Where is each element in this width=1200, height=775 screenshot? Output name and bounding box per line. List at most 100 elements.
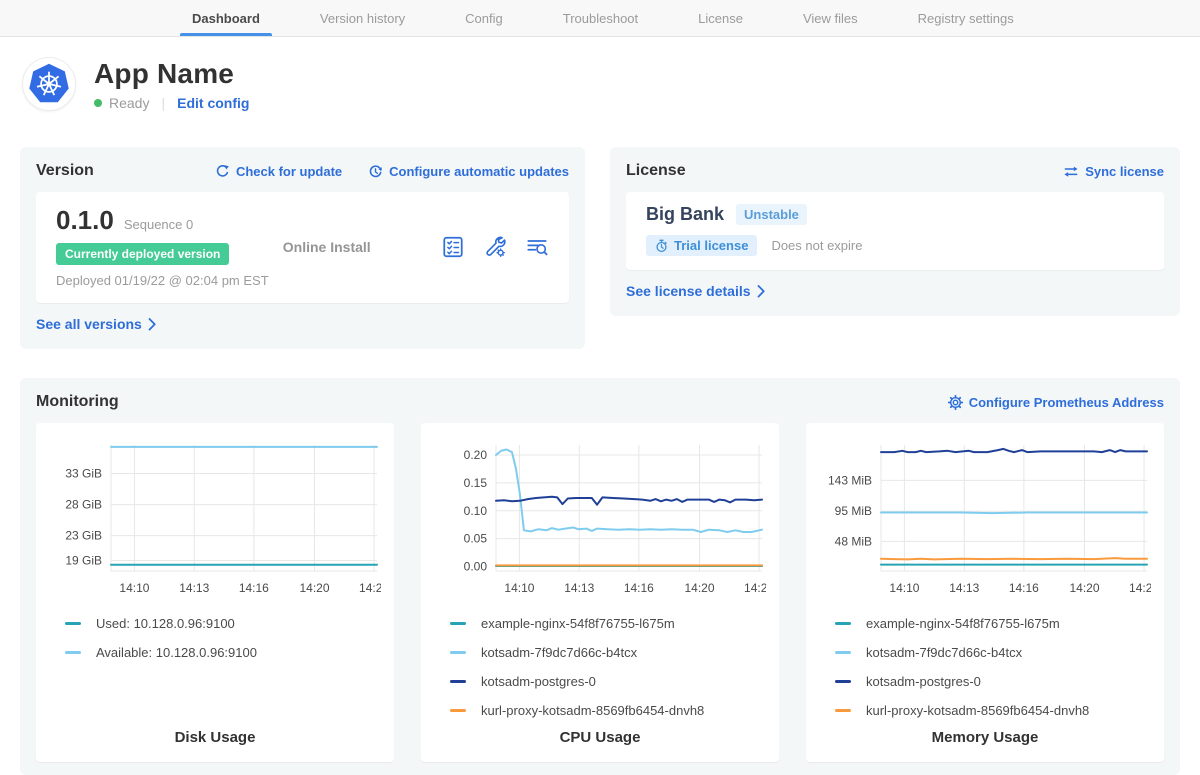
configure-prometheus-link[interactable]: Configure Prometheus Address xyxy=(948,395,1164,410)
svg-text:23 GiB: 23 GiB xyxy=(65,529,102,543)
sync-arrows-icon xyxy=(1063,164,1079,179)
gear-icon xyxy=(948,395,963,410)
legend-swatch xyxy=(450,622,466,625)
version-sequence: Sequence 0 xyxy=(124,217,193,232)
legend-swatch xyxy=(835,709,851,712)
see-all-versions-link[interactable]: See all versions xyxy=(36,316,157,332)
chevron-right-icon xyxy=(757,285,766,298)
legend-swatch xyxy=(450,651,466,654)
tab-dashboard[interactable]: Dashboard xyxy=(162,0,290,36)
edit-config-link[interactable]: Edit config xyxy=(177,95,249,111)
svg-text:14:16: 14:16 xyxy=(1009,581,1039,595)
svg-text:19 GiB: 19 GiB xyxy=(65,553,102,567)
legend-label: kotsadm-7f9dc7d66c-b4tcx xyxy=(481,645,637,660)
divider: | xyxy=(161,95,165,111)
legend-swatch xyxy=(65,622,81,625)
chart-title: Memory Usage xyxy=(817,729,1153,746)
monitoring-section: Monitoring Configur xyxy=(20,378,1180,775)
svg-text:14:20: 14:20 xyxy=(684,581,714,595)
disk-usage-legend: Used: 10.128.0.96:9100 Available: 10.128.… xyxy=(47,609,383,727)
legend-item: example-nginx-54f8f76755-l675m xyxy=(450,609,768,638)
legend-swatch xyxy=(450,680,466,683)
tab-config[interactable]: Config xyxy=(435,0,533,36)
svg-text:14:23: 14:23 xyxy=(1129,581,1151,595)
svg-text:143 MiB: 143 MiB xyxy=(828,473,872,487)
svg-text:14:13: 14:13 xyxy=(179,581,209,595)
check-for-update-link[interactable]: Check for update xyxy=(215,164,342,179)
cpu-usage-legend: example-nginx-54f8f76755-l675m kotsadm-7f… xyxy=(432,609,768,727)
sync-license-link[interactable]: Sync license xyxy=(1063,164,1164,179)
clock-refresh-icon xyxy=(368,164,383,179)
svg-text:14:16: 14:16 xyxy=(624,581,654,595)
app-avatar xyxy=(22,57,76,111)
status-dot xyxy=(94,99,102,107)
svg-text:95 MiB: 95 MiB xyxy=(835,504,872,518)
legend-item: Available: 10.128.0.96:9100 xyxy=(65,638,383,667)
monitoring-title: Monitoring xyxy=(36,393,119,411)
legend-item: kotsadm-7f9dc7d66c-b4tcx xyxy=(835,638,1153,667)
legend-label: kotsadm-postgres-0 xyxy=(481,674,596,689)
svg-text:14:20: 14:20 xyxy=(1069,581,1099,595)
legend-label: example-nginx-54f8f76755-l675m xyxy=(481,616,675,631)
svg-text:14:13: 14:13 xyxy=(564,581,594,595)
svg-text:0.10: 0.10 xyxy=(464,504,488,518)
configure-automatic-updates-label: Configure automatic updates xyxy=(389,164,569,179)
license-card: License Sync license Big Bank Unstable xyxy=(610,147,1180,316)
edit-config-button[interactable] xyxy=(483,235,507,259)
tab-troubleshoot[interactable]: Troubleshoot xyxy=(533,0,668,36)
install-type-label: Online Install xyxy=(283,239,441,255)
stopwatch-icon xyxy=(655,239,668,253)
chart-title: Disk Usage xyxy=(47,729,383,746)
svg-text:0.05: 0.05 xyxy=(464,532,488,546)
view-diff-logs-button[interactable] xyxy=(525,235,549,259)
status-text: Ready xyxy=(109,95,149,111)
channel-badge: Unstable xyxy=(736,204,807,225)
legend-label: kurl-proxy-kotsadm-8569fb6454-dnvh8 xyxy=(481,703,704,718)
deployed-badge: Currently deployed version xyxy=(56,243,229,265)
legend-item: kurl-proxy-kotsadm-8569fb6454-dnvh8 xyxy=(835,696,1153,725)
svg-text:14:10: 14:10 xyxy=(504,581,534,595)
page-title: App Name xyxy=(94,58,249,90)
license-card-title: License xyxy=(626,162,686,180)
legend-item: kotsadm-postgres-0 xyxy=(450,667,768,696)
configure-prometheus-label: Configure Prometheus Address xyxy=(969,395,1164,410)
dashboard-page: App Name Ready | Edit config Version xyxy=(0,57,1200,775)
wrench-gear-icon xyxy=(483,235,507,259)
legend-label: Used: 10.128.0.96:9100 xyxy=(96,616,235,631)
check-for-update-label: Check for update xyxy=(236,164,342,179)
tab-view-files[interactable]: View files xyxy=(773,0,888,36)
tab-license[interactable]: License xyxy=(668,0,773,36)
chevron-right-icon xyxy=(148,318,157,331)
tab-version-history[interactable]: Version history xyxy=(290,0,435,36)
cpu-usage-chart: 14:1014:1314:1614:2014:230.200.150.100.0… xyxy=(432,435,768,601)
see-license-details-link[interactable]: See license details xyxy=(626,283,766,299)
configure-automatic-updates-link[interactable]: Configure automatic updates xyxy=(368,164,569,179)
svg-text:14:16: 14:16 xyxy=(239,581,269,595)
disk-usage-chart-card: 14:1014:1314:1614:2014:2333 GiB28 GiB23 … xyxy=(36,423,394,762)
memory-usage-chart: 14:1014:1314:1614:2014:23143 MiB95 MiB48… xyxy=(817,435,1153,601)
tab-registry-settings[interactable]: Registry settings xyxy=(888,0,1044,36)
svg-text:14:10: 14:10 xyxy=(119,581,149,595)
view-logs-icon xyxy=(525,235,549,259)
disk-usage-chart: 14:1014:1314:1614:2014:2333 GiB28 GiB23 … xyxy=(47,435,383,601)
legend-label: kotsadm-7f9dc7d66c-b4tcx xyxy=(866,645,1022,660)
svg-text:14:20: 14:20 xyxy=(299,581,329,595)
cpu-usage-chart-card: 14:1014:1314:1614:2014:230.200.150.100.0… xyxy=(421,423,779,762)
legend-label: kurl-proxy-kotsadm-8569fb6454-dnvh8 xyxy=(866,703,1089,718)
svg-text:48 MiB: 48 MiB xyxy=(835,534,872,548)
svg-text:14:23: 14:23 xyxy=(359,581,381,595)
preflight-checks-button[interactable] xyxy=(441,235,465,259)
trial-license-badge: Trial license xyxy=(646,235,757,256)
legend-swatch xyxy=(65,651,81,654)
svg-text:0.00: 0.00 xyxy=(464,560,488,574)
svg-text:0.20: 0.20 xyxy=(464,448,488,462)
license-detail-card: Big Bank Unstable Trial license xyxy=(626,192,1164,270)
memory-usage-chart-card: 14:1014:1314:1614:2014:23143 MiB95 MiB48… xyxy=(806,423,1164,762)
trial-license-label: Trial license xyxy=(674,238,748,253)
chart-title: CPU Usage xyxy=(432,729,768,746)
legend-item: kurl-proxy-kotsadm-8569fb6454-dnvh8 xyxy=(450,696,768,725)
legend-label: Available: 10.128.0.96:9100 xyxy=(96,645,257,660)
legend-swatch xyxy=(835,680,851,683)
svg-text:0.15: 0.15 xyxy=(464,476,488,490)
version-card: Version Check for update xyxy=(20,147,585,349)
